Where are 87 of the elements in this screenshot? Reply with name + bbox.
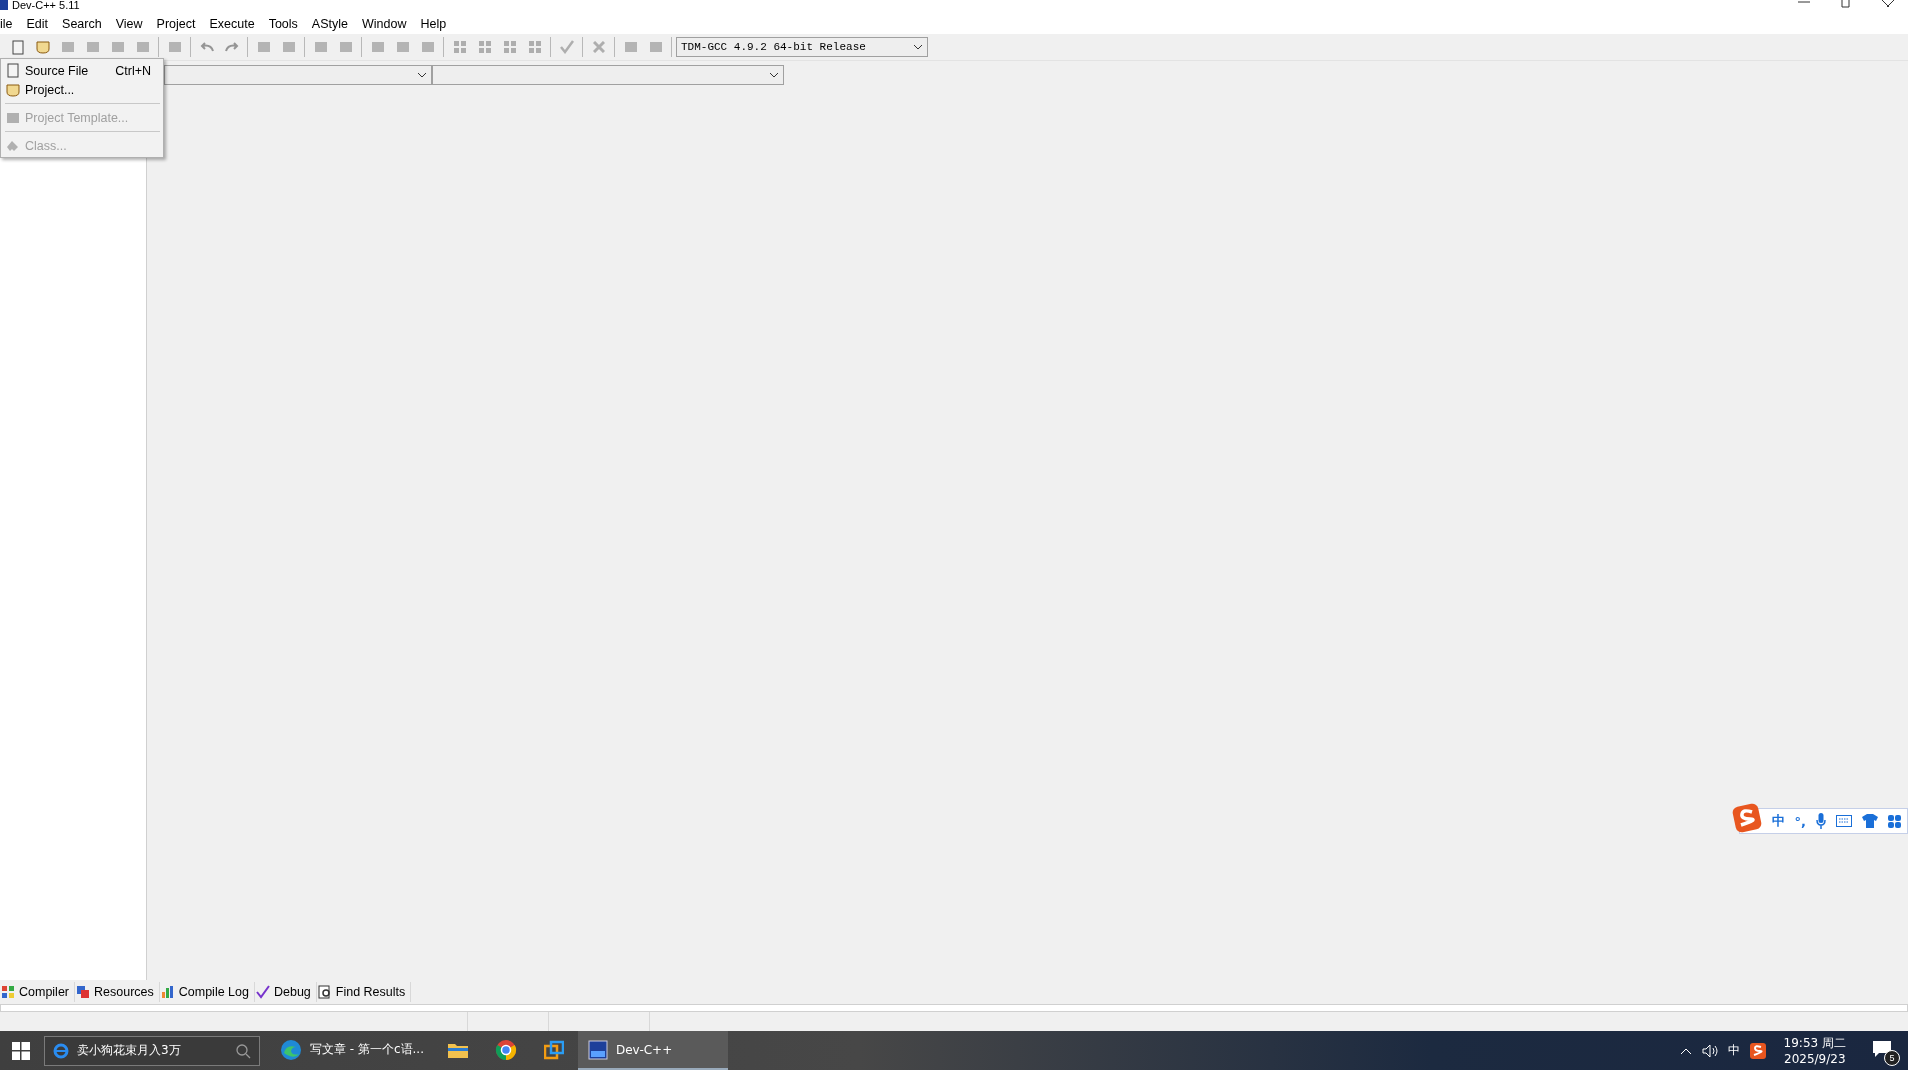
bottom-tab[interactable]: Compiler <box>0 982 75 1002</box>
check-icon <box>255 985 270 999</box>
notification-count: 5 <box>1884 1049 1900 1066</box>
menu-item[interactable]: Source File Ctrl+N <box>1 61 163 80</box>
browser-icon <box>53 1042 69 1059</box>
input-indicator[interactable]: 中 <box>1727 1042 1740 1059</box>
chevron-down-icon <box>913 44 923 50</box>
notification-icon[interactable] <box>1872 1038 1892 1059</box>
chevron-up-icon[interactable] <box>1679 1046 1692 1055</box>
browser-icon <box>280 1038 302 1061</box>
bottom-tab[interactable]: Resources <box>75 982 160 1002</box>
clock-date: 2025/9/23 <box>1784 1050 1846 1067</box>
taskbar-app[interactable]: 写文章 - 第一个c语... <box>270 1031 434 1070</box>
menu-item[interactable]: Help <box>413 17 454 31</box>
toolbar-icon <box>110 40 125 54</box>
file-icon <box>7 63 19 78</box>
stack-icon <box>76 985 90 999</box>
keyboard-icon[interactable] <box>1836 815 1852 827</box>
toolbar-icon <box>338 40 353 54</box>
ime-mode[interactable]: 中 <box>1771 812 1785 830</box>
chevron-down-icon <box>769 72 779 78</box>
menu-item[interactable]: Execute <box>202 17 262 31</box>
microphone-icon[interactable] <box>1816 813 1826 829</box>
menu-item[interactable]: Edit <box>19 17 56 31</box>
window-title: Dev-C++ 5.11 <box>12 0 80 11</box>
s-logo-icon[interactable] <box>1749 1042 1766 1059</box>
new-file-icon <box>11 39 24 55</box>
toolbar-icon <box>648 40 663 54</box>
monitor-icon <box>588 1039 608 1060</box>
grid-icon <box>477 40 492 54</box>
bottom-tab[interactable]: Compile Log <box>159 982 255 1002</box>
taskbar-app[interactable]: Dev-C++ <box>578 1031 728 1070</box>
redo-icon <box>223 41 240 53</box>
folder-icon <box>6 82 20 97</box>
toolbar-icon <box>85 40 100 54</box>
toolbar-icon <box>623 40 638 54</box>
toolbar-icon <box>135 40 150 54</box>
menu-item[interactable]: AStyle <box>304 17 355 31</box>
menu-item[interactable]: Search <box>55 17 109 31</box>
taskbar-search[interactable]: 卖小狗花束月入3万 <box>44 1035 260 1066</box>
grid-icon <box>527 40 542 54</box>
restore-icon[interactable] <box>1840 0 1852 8</box>
toolbar-icon <box>420 40 435 54</box>
grid-icon <box>1 985 15 999</box>
browser-icon <box>495 1038 517 1061</box>
check-icon <box>558 40 575 54</box>
grid-icon <box>502 40 517 54</box>
search-field[interactable]: 卖小狗花束月入3万 <box>75 1042 229 1059</box>
bottom-tab[interactable]: Debug <box>254 982 317 1002</box>
magnifier-icon <box>317 985 332 999</box>
shapes-icon <box>6 139 20 152</box>
grid-icon[interactable] <box>1888 814 1901 828</box>
toolbar-icon <box>395 40 410 54</box>
toolbar-icon <box>313 40 328 54</box>
chevron-down-icon <box>417 72 427 78</box>
menu-item[interactable]: Project... <box>1 80 163 99</box>
clock-time: 19:53 周二 <box>1783 1034 1846 1051</box>
speaker-icon[interactable] <box>1701 1043 1718 1058</box>
member-select[interactable] <box>432 65 784 85</box>
toolbar-icon <box>281 40 296 54</box>
bottom-tab[interactable]: Find Results <box>316 982 412 1002</box>
grid-icon <box>452 40 467 54</box>
class-select[interactable] <box>164 65 432 85</box>
toolbar-icon <box>256 40 271 54</box>
shirt-icon[interactable] <box>1862 814 1878 828</box>
compiler-select[interactable]: TDM-GCC 4.9.2 64-bit Release <box>676 37 928 57</box>
bar-chart-icon <box>160 985 175 999</box>
menu-item[interactable]: Project <box>149 17 203 31</box>
overlapping-squares-icon <box>544 1039 564 1060</box>
minimize-icon[interactable] <box>1798 0 1810 6</box>
cross-icon <box>592 41 605 53</box>
app-icon <box>0 0 8 10</box>
toolbar-icon <box>60 40 75 54</box>
menu-item[interactable]: Tools <box>261 17 305 31</box>
windows-logo-icon[interactable] <box>12 1041 30 1060</box>
close-icon[interactable] <box>1882 0 1894 8</box>
toolbar-icon <box>167 40 182 54</box>
toolbar-icon <box>370 40 385 54</box>
folder-icon <box>448 1041 468 1058</box>
menu-item[interactable]: Window <box>354 17 414 31</box>
menu-item[interactable]: ile <box>0 17 20 31</box>
folder-icon <box>35 40 50 54</box>
punctuation-toggle[interactable]: °, <box>1794 813 1806 829</box>
template-icon <box>6 110 20 125</box>
undo-icon <box>198 41 215 53</box>
menu-item[interactable]: View <box>108 17 150 31</box>
search-icon <box>235 1042 251 1059</box>
